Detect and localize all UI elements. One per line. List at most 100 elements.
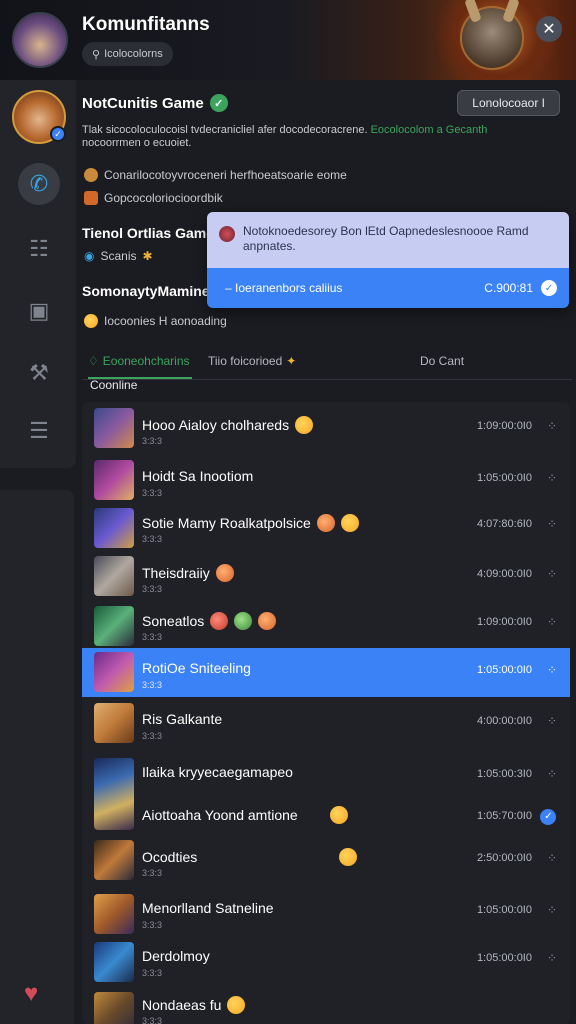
face-emoji-icon [258,612,277,630]
row-title: Ocodties [142,848,358,866]
row-menu-icon[interactable]: ⁘ [547,767,557,781]
popup-time: C.900:81 [484,281,533,295]
popup-message: Notoknoedesorey Bon lEtd Oapnedeslesnooo… [243,224,529,253]
row-menu-icon[interactable]: ⁘ [547,714,557,728]
smile-emoji-icon [339,848,358,866]
row-menu-icon[interactable]: ⁘ [547,615,557,629]
popup-action-bar[interactable]: – Ioeranenbors caliius C.900:81 ✓ [207,268,569,308]
book-icon [84,191,98,205]
search-label: Icolocolorns [104,48,163,60]
row-title: Theisdraiiy [142,564,234,582]
row-subtitle: 3:3:3 [142,534,163,544]
face-emoji-icon [210,612,229,630]
list-item[interactable]: Theisdraiiy 3:3:3 4:09:00:0I0 ⁘ [82,550,570,600]
row-subtitle: 3:3:3 [142,436,163,446]
popup-action[interactable]: – Ioeranenbors caliius [225,281,342,295]
row-time: 2:50:00:0I0 [476,852,532,864]
row-menu-icon[interactable]: ⁘ [547,951,557,965]
table-icon[interactable]: ☰ [18,410,60,452]
list-heading: Coonline [90,378,138,392]
list-item[interactable]: Ocodties 3:3:3 2:50:00:0I0 ⁘ [82,834,570,886]
game-thumbnail [94,606,134,646]
row-menu-icon[interactable]: ⁘ [547,903,557,917]
game-thumbnail [94,652,134,692]
badge-icon [84,168,98,182]
server-description-line2: nocoorrmen o ecuoiet. [82,137,192,149]
search-button[interactable]: ⚲ Icolocolorns [82,42,173,66]
list-item[interactable]: Derdolmoy 3:3:3 1:05:00:0I0 ⁘ [82,938,570,986]
row-time: 1:05:00:0I0 [476,904,532,916]
row-time: 1:09:00:0I0 [476,616,532,628]
tab-friends[interactable]: Tiio foicorioed ✦ [208,354,296,368]
smile-emoji-icon [227,996,246,1014]
row-title-text: Hoidt Sa Inootiom [142,468,254,484]
row-time: 4:00:00:0I0 [476,715,532,727]
list-item[interactable]: Sotie Mamy Roalkatpolsice 3:3:3 4:07:80:… [82,502,570,550]
row-menu-icon[interactable]: ⁘ [547,419,557,433]
list-item[interactable]: Menorlland Satneline 3:3:3 1:05:00:0I0 ⁘ [82,888,570,938]
list-item[interactable]: Ilaika kryyecaegamapeo 1:05:00:3I0 ⁘ Aio… [82,752,570,836]
controller-icon[interactable]: ▣ [18,290,60,332]
game-thumbnail [94,460,134,500]
fire-icon: ✦ [286,354,297,368]
close-icon: ✕ [542,21,556,38]
row-title: Sotie Mamy Roalkatpolsice [142,514,359,532]
section-sub-1: ◉ Scanis ✱ [84,249,153,263]
game-thumbnail [94,508,134,548]
game-thumbnail [94,894,134,934]
game-thumbnail [94,758,134,830]
server-description: Tlak sicocoloculocoisl tvdecranicliel af… [82,124,522,150]
row-time: 1:05:70:0I0 [476,810,532,822]
tab-count[interactable]: Do Cant [420,354,464,368]
notification-popup[interactable]: Notoknoedesorey Bon lEtd Oapnedeslesnooo… [207,212,569,308]
row-title-text: Menorlland Satneline [142,900,274,916]
row-title: Hooo Aialoy cholhareds [142,416,314,434]
row-time: 1:05:00:3I0 [476,768,532,780]
notification-avatar-icon [219,226,235,242]
server-description-accent[interactable]: Eocolocolom a Gecanth [371,124,488,136]
server-action-button[interactable]: Lonolocoaor I [457,90,560,116]
row-menu-icon[interactable]: ⁘ [547,567,557,581]
check-icon: ✓ [209,94,228,112]
info-line-1-text: Conarilocotoyvroceneri herfhoeatsoarie e… [104,168,347,182]
server-action-label: Lonolocoaor I [472,96,545,110]
wrench-icon[interactable]: ⚒ [18,352,60,394]
user-avatar[interactable] [12,12,68,68]
list-item[interactable]: Ris Galkante 3:3:3 4:00:00:0I0 ⁘ [82,697,570,749]
row-menu-icon[interactable]: ⁘ [547,517,557,531]
tab-bar: ♢ Eooneohcharins Tiio foicorioed ✦ Do Ca… [82,344,572,380]
row-title-text: Nondaeas fu [142,997,222,1013]
verified-badge-icon: ✓ [50,126,66,142]
row-subtitle: 3:3:3 [142,920,163,930]
server-name: NotCunitis Game ✓ [82,94,228,112]
check-icon[interactable]: ✓ [541,280,557,296]
face-emoji-icon [234,612,253,630]
member-list: Hooo Aialoy cholhareds 3:3:3 1:09:00:0I0… [82,402,570,1024]
face-emoji-icon [215,564,234,582]
sidebar-lower [0,490,74,1024]
verified-check-icon[interactable]: ✓ [540,808,556,825]
row-menu-icon[interactable]: ⁘ [547,663,557,677]
list-item[interactable]: Hooo Aialoy cholhareds 3:3:3 1:09:00:0I0… [82,402,570,454]
grid-icon[interactable]: ☷ [18,228,60,270]
smile-emoji-icon [295,416,314,434]
section-sub-2: Iocoonies H aonoading [84,314,227,328]
list-item[interactable]: Nondaeas fu 3:3:3 [82,988,570,1024]
row-menu-icon[interactable]: ⁘ [547,471,557,485]
list-item[interactable]: Hoidt Sa Inootiom 3:3:3 1:05:00:0I0 ⁘ [82,454,570,506]
popup-meta: C.900:81 ✓ [484,280,557,296]
tab-count-label: Do Cant [420,354,465,368]
list-item[interactable]: Soneatlos 3:3:3 1:09:00:0I0 ⁘ [82,600,570,648]
row-subtitle: 3:3:3 [142,968,163,978]
phone-icon[interactable]: ✆ [18,163,60,205]
row-title-text: Derdolmoy [142,948,210,964]
list-item-selected[interactable]: RotiOe Sniteeling 3:3:3 1:05:00:0I0 ⁘ [82,648,570,697]
row-menu-icon[interactable]: ⁘ [547,851,557,865]
close-button[interactable]: ✕ [536,16,562,42]
tab-online[interactable]: ♢ Eooneohcharins [88,354,190,368]
row-title-text: Hooo Aialoy cholhareds [142,417,290,433]
section-title-1: Tienol Ortlias Game [82,225,215,241]
row-time: 1:05:00:0I0 [476,664,532,676]
heart-icon[interactable]: ♥ [24,980,54,1007]
row-subtitle: 3:3:3 [142,868,163,878]
